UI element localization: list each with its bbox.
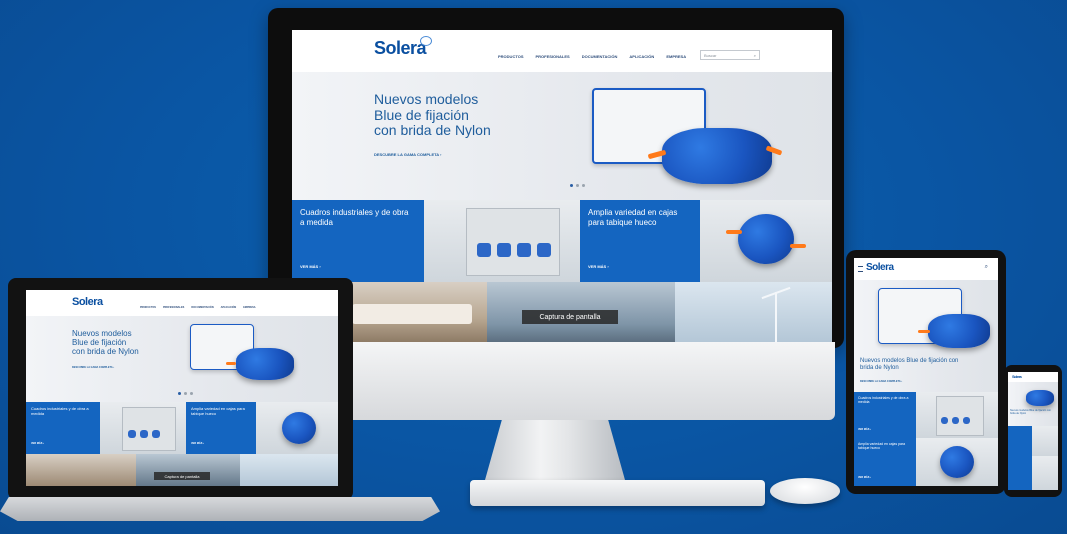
panel-industrial[interactable]: Cuadros industriales y de obra a medida …: [854, 392, 916, 438]
menu-icon[interactable]: [858, 266, 863, 272]
panel-drywall-boxes[interactable]: Amplia variedad en cajas para tabique hu…: [186, 402, 256, 454]
laptop-screen: Solera Productos Profesionales Documenta…: [26, 290, 338, 486]
laptop-base: [0, 497, 440, 521]
panel-drywall-boxes[interactable]: Amplia variedad en cajas para tabique hu…: [580, 200, 700, 282]
nav-item-professionals[interactable]: Profesionales: [535, 54, 569, 59]
hero-title: Nuevos modelos Blue de fijación con brid…: [860, 358, 959, 371]
phone-nav: Solera: [1008, 372, 1058, 382]
panel-drywall-link[interactable]: Ver más ›: [191, 442, 204, 445]
logo-swoosh-icon: [420, 36, 432, 46]
desktop-nav: Solera Productos Profesionales Documenta…: [292, 30, 832, 72]
nav-item-products[interactable]: Productos: [498, 54, 523, 59]
brand-logo[interactable]: Solera: [866, 262, 894, 273]
nav-item-company[interactable]: Empresa: [666, 54, 686, 59]
screenshot-caption: Captura de pantalla: [154, 472, 210, 480]
panel-drywall-photo: [916, 438, 998, 486]
nav-item-products[interactable]: Productos: [140, 306, 156, 309]
panel-drywall-text: Amplia variedad en cajas para tabique hu…: [191, 406, 245, 416]
panel-drywall-text: Amplia variedad en cajas para tabique hu…: [588, 208, 678, 227]
hero-banner: Nuevos modelos Blue de fijación con brid…: [854, 280, 998, 392]
tablet-nav: Solera ⌕: [854, 258, 998, 280]
panel-drywall-link[interactable]: Ver más ›: [858, 476, 871, 479]
hero-cta-link[interactable]: Descubre la gama completa ›: [374, 152, 442, 157]
hero-title: Nuevos modelos Blue de fijación con brid…: [72, 329, 139, 356]
panel-industrial-text: Cuadros industriales y de obra a medida: [300, 208, 409, 227]
search-icon[interactable]: ⌕: [985, 264, 988, 271]
photo-strip: Captura de pantalla: [292, 282, 832, 342]
brand-logo[interactable]: Solera: [72, 296, 103, 308]
wind-turbines-photo: [675, 282, 832, 342]
laptop-nav: Solera Productos Profesionales Documenta…: [26, 290, 338, 316]
hero-title: Nuevos modelos Blue de fijación con brid…: [1010, 409, 1051, 415]
keyboard: [470, 480, 765, 506]
panel-industrial[interactable]: Cuadros industriales y de obra a medida …: [292, 200, 424, 282]
switchboard-image: [466, 208, 560, 276]
switchboard-image: [122, 407, 176, 451]
panel-drywall-text: Amplia variedad en cajas para tabique hu…: [858, 442, 906, 451]
panel-industrial-text: Cuadros industriales y de obra a medida: [858, 396, 909, 405]
hero-cta-link[interactable]: Descubre la gama completa ›: [860, 380, 902, 383]
panel-industrial-link[interactable]: Ver más ›: [31, 442, 44, 445]
round-blue-box-image: [738, 214, 794, 264]
search-icon: ⌕: [753, 52, 756, 58]
photo-strip: Captura de pantalla: [26, 454, 338, 486]
mouse: [770, 478, 840, 504]
panel-drywall-photo: [256, 402, 338, 454]
nav-item-documentation[interactable]: Documentación: [582, 54, 618, 59]
search-placeholder: Buscar: [704, 52, 717, 58]
hero-title: Nuevos modelos Blue de fijación con brid…: [374, 91, 491, 139]
tablet-screen: Solera ⌕ Nuevos modelos Blue de fijación…: [854, 258, 998, 486]
nav-item-company[interactable]: Empresa: [243, 306, 255, 309]
panel-industrial[interactable]: Cuadros industriales y de obra a medida …: [26, 402, 100, 454]
screenshot-caption: Captura de pantalla: [522, 310, 618, 324]
hero-banner: Nuevos modelos Blue de fijación con brid…: [292, 72, 832, 200]
chevron-right-icon: ›: [440, 152, 442, 157]
product-blue-box: [928, 314, 990, 348]
monitor-chin: [290, 342, 835, 420]
brand-logo[interactable]: Solera: [374, 38, 427, 59]
hero-slide-dots[interactable]: [178, 392, 193, 395]
desktop-screen: Solera Productos Profesionales Documenta…: [292, 30, 832, 342]
panel-industrial-text: Cuadros industriales y de obra a medida: [31, 406, 89, 416]
hero-banner: Nuevos modelos Blue de fijación con brid…: [26, 316, 338, 402]
phone-screen: Solera Nuevos modelos Blue de fijación c…: [1008, 372, 1058, 490]
monitor-stand: [485, 420, 625, 480]
panel-industrial[interactable]: [1008, 426, 1032, 456]
panel-industrial-photo: [916, 392, 998, 438]
nav-item-documentation[interactable]: Documentación: [191, 306, 213, 309]
hero-banner: Nuevos modelos Blue de fijación con brid…: [1008, 382, 1058, 426]
hero-slide-dots[interactable]: [570, 184, 585, 187]
hero-cta-link[interactable]: Descubre la gama completa ›: [72, 366, 114, 369]
nav-item-application[interactable]: Aplicación: [629, 54, 654, 59]
panel-industrial-link[interactable]: Ver más ›: [858, 428, 871, 431]
nav-item-application[interactable]: Aplicación: [221, 306, 237, 309]
product-blue-box: [662, 128, 772, 184]
panel-industrial-photo: [100, 402, 186, 454]
panel-industrial-photo: [424, 200, 580, 282]
panel-industrial-link[interactable]: Ver más ›: [300, 264, 321, 269]
nav-item-professionals[interactable]: Profesionales: [163, 306, 184, 309]
search-input[interactable]: Buscar ⌕: [700, 50, 760, 60]
product-blue-box: [236, 348, 294, 380]
brand-logo[interactable]: Solera: [1012, 374, 1022, 379]
panel-drywall-link[interactable]: Ver más ›: [588, 264, 609, 269]
panel-drywall-boxes[interactable]: [1008, 456, 1032, 490]
panel-drywall-photo: [700, 200, 832, 282]
panel-drywall-boxes[interactable]: Amplia variedad en cajas para tabique hu…: [854, 438, 916, 486]
